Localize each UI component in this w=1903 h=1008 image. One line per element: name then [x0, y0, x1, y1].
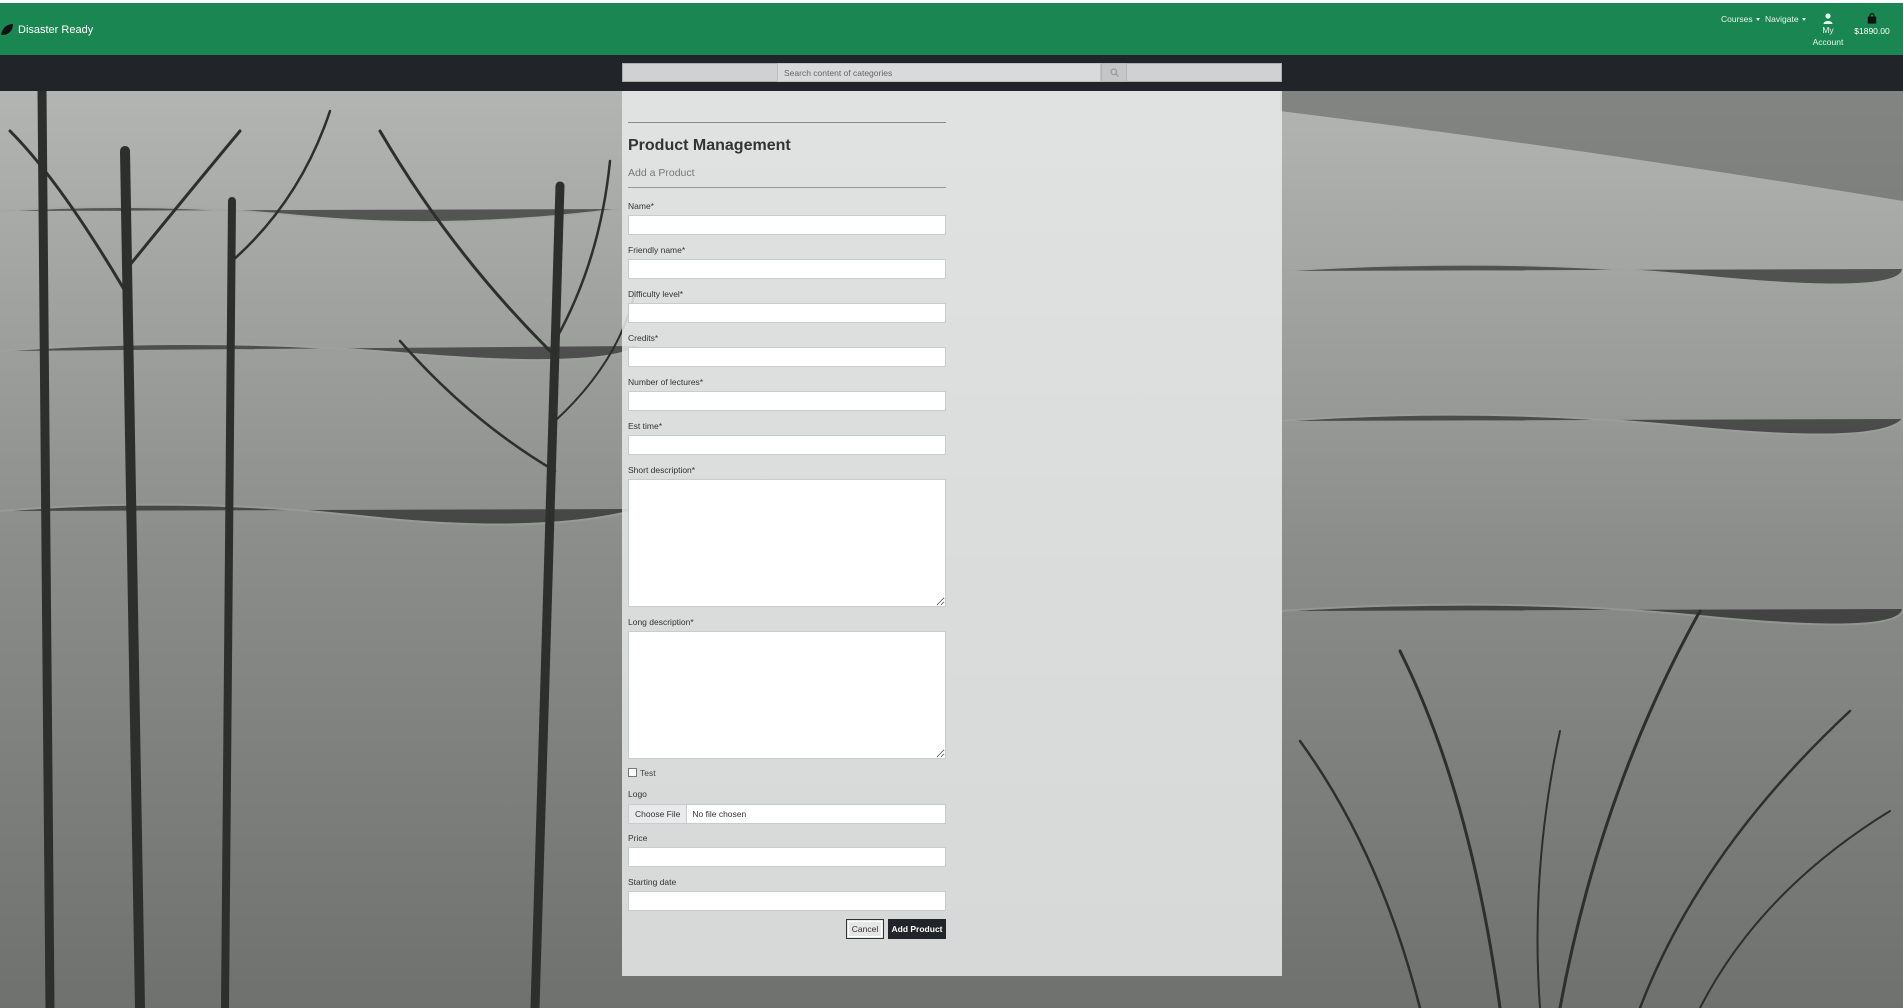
starting-date-field[interactable]: [628, 891, 946, 911]
add-product-button[interactable]: Add Product: [888, 919, 946, 939]
lectures-field[interactable]: [628, 391, 946, 411]
difficulty-label: Difficulty level*: [628, 289, 684, 299]
friendly-name-field[interactable]: [628, 259, 946, 279]
shopping-bag-icon: [1867, 13, 1877, 24]
short-description-label: Short description*: [628, 465, 696, 475]
cancel-button[interactable]: Cancel: [846, 919, 884, 939]
logo-file-input[interactable]: Choose File No file chosen: [628, 804, 946, 824]
long-description-field[interactable]: [628, 631, 946, 759]
lectures-label: Number of lectures*: [628, 377, 704, 387]
logo-label: Logo: [628, 789, 647, 799]
page-subtitle: Add a Product: [628, 167, 695, 179]
cart-link[interactable]: $1890.00: [1850, 13, 1894, 38]
credits-label: Credits*: [628, 333, 659, 343]
chevron-down-icon: [1755, 17, 1760, 21]
my-account-menu[interactable]: My Account: [1808, 13, 1848, 48]
est-time-label: Est time*: [628, 421, 663, 431]
courses-dropdown[interactable]: Courses: [1721, 14, 1760, 24]
choose-file-button[interactable]: Choose File: [629, 805, 688, 823]
long-description-label: Long description*: [628, 617, 694, 627]
search-input[interactable]: [777, 63, 1101, 82]
name-label: Name*: [628, 201, 654, 211]
test-checkbox[interactable]: [628, 768, 637, 777]
search-icon: [1109, 68, 1119, 77]
courses-label: Courses: [1721, 14, 1753, 24]
brand-name: Disaster Ready: [18, 23, 94, 36]
divider: [628, 122, 946, 123]
leaf-icon: [1, 24, 13, 35]
est-time-field[interactable]: [628, 435, 946, 455]
navigate-label: Navigate: [1765, 14, 1799, 24]
price-field[interactable]: [628, 847, 946, 867]
cart-total: $1890.00: [1854, 26, 1890, 36]
price-label: Price: [628, 833, 648, 843]
divider: [628, 187, 946, 188]
navigate-dropdown[interactable]: Navigate: [1765, 14, 1806, 24]
account-label-line2: Account: [1812, 37, 1844, 47]
difficulty-field[interactable]: [628, 303, 946, 323]
search-button[interactable]: [1101, 63, 1127, 82]
page-title: Product Management: [628, 137, 791, 154]
file-status: No file chosen: [692, 809, 747, 819]
friendly-name-label: Friendly name*: [628, 245, 686, 255]
user-icon: [1823, 13, 1833, 24]
brand-link[interactable]: Disaster Ready: [0, 23, 93, 36]
starting-date-label: Starting date: [628, 877, 677, 887]
top-navbar: Disaster Ready Courses Navigate My Accou…: [0, 3, 1903, 55]
short-description-field[interactable]: [628, 479, 946, 607]
test-label: Test: [640, 768, 656, 778]
name-field[interactable]: [628, 215, 946, 235]
account-label-line1: My: [1822, 25, 1834, 35]
chevron-down-icon: [1801, 17, 1806, 21]
credits-field[interactable]: [628, 347, 946, 367]
